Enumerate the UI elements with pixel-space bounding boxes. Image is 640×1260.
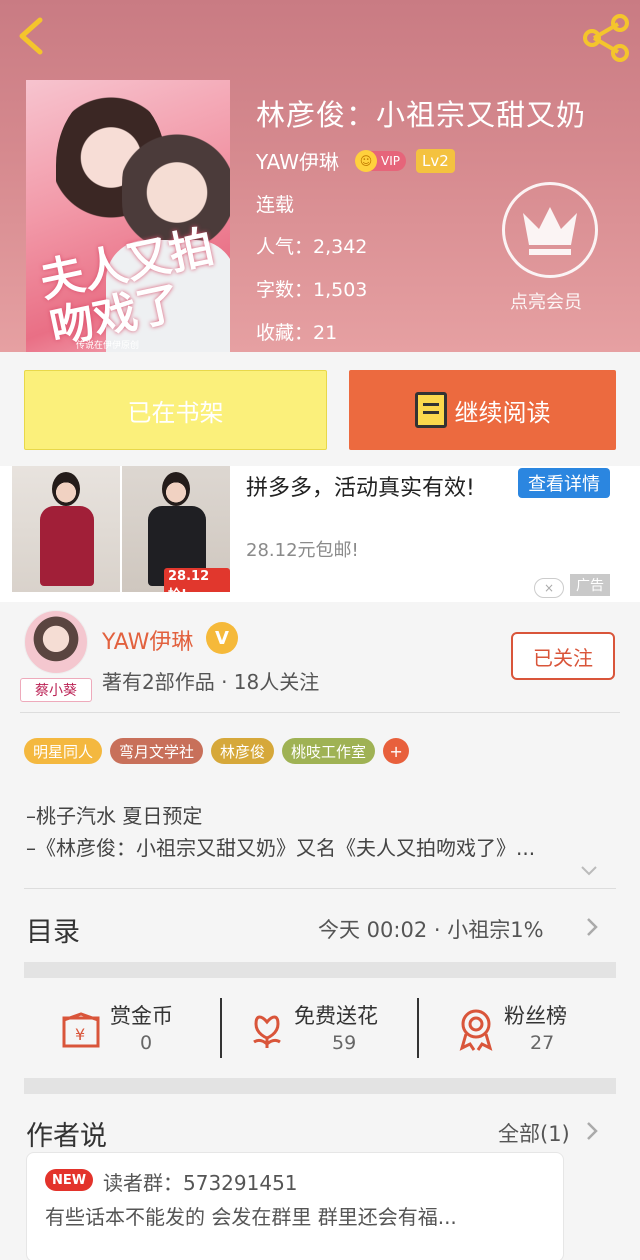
- author-section: 蔡小葵 YAW伊琳 V 著有2部作品 · 18人关注 已关注 明星同人 弯月文学…: [0, 602, 640, 1260]
- divider: [20, 712, 620, 713]
- send-flower-value: 59: [332, 1032, 357, 1054]
- crown-icon[interactable]: [502, 182, 598, 278]
- chevron-right-icon[interactable]: [584, 1120, 600, 1142]
- ad-detail-button[interactable]: 查看详情: [518, 468, 610, 498]
- note-line-2: 有些话本不能发的 会发在群里 群里还会有福...: [45, 1205, 457, 1229]
- tag-item[interactable]: 弯月文学社: [110, 738, 204, 764]
- action-bar: 已在书架 继续阅读: [0, 352, 640, 466]
- tag-item[interactable]: 林彦俊: [211, 738, 275, 764]
- model-head: [52, 472, 80, 506]
- fans-rank-value: 27: [530, 1032, 555, 1054]
- verified-icon: V: [206, 622, 238, 654]
- followed-button[interactable]: 已关注: [511, 632, 615, 680]
- book-icon: [414, 392, 447, 428]
- continue-reading-button[interactable]: 继续阅读: [349, 370, 616, 450]
- toc-label[interactable]: 目录: [26, 910, 80, 949]
- continue-reading-label: 继续阅读: [454, 398, 551, 427]
- price-tag: 28.12 抢!: [164, 568, 230, 592]
- book-cover[interactable]: 夫人又拍吻戏了 传说在伊伊原创: [26, 80, 230, 352]
- ad-subtitle: 28.12元包邮!: [246, 540, 359, 561]
- share-icon[interactable]: [580, 14, 632, 62]
- medal-icon: [459, 1009, 493, 1051]
- section-divider: [24, 962, 616, 978]
- cover-caption: 传说在伊伊原创: [76, 341, 140, 351]
- author-note-card[interactable]: NEW 读者群：573291451 有些话本不能发的 会发在群里 群里还会有福.…: [26, 1152, 564, 1260]
- avatar-tag: 蔡小葵: [20, 678, 92, 702]
- stat-separator: [417, 998, 419, 1058]
- popularity: 人气：2,342: [256, 236, 368, 258]
- stat-separator: [220, 998, 222, 1058]
- in-bookshelf-button[interactable]: 已在书架: [24, 370, 327, 450]
- ad-banner[interactable]: 28.12 抢! 拼多多，活动真实有效! 查看详情 28.12元包邮! × 广告: [0, 466, 640, 602]
- ad-image-red-coat: [12, 466, 120, 592]
- fans-rank-button[interactable]: 粉丝榜 27: [456, 998, 596, 1062]
- author-says-all-link[interactable]: 全部(1): [498, 1118, 570, 1148]
- add-tag-icon[interactable]: +: [383, 738, 410, 764]
- svg-text:¥: ¥: [75, 1025, 85, 1044]
- coin-envelope-icon: ¥: [62, 1012, 100, 1048]
- ad-title: 拼多多，活动真实有效!: [246, 476, 475, 501]
- ad-label: 广告: [570, 574, 610, 596]
- new-badge: NEW: [45, 1169, 93, 1191]
- level-badge: Lv2: [416, 148, 455, 173]
- reward-coin-value: 0: [140, 1032, 153, 1054]
- book-header: 夫人又拍吻戏了 传说在伊伊原创 林彦俊：小祖宗又甜又奶 YAW伊琳 ☺ VIP …: [0, 0, 640, 352]
- author-says-label: 作者说: [26, 1121, 107, 1152]
- send-flower-label: 免费送花: [294, 1004, 378, 1028]
- intro-line-1: –桃子汽水 夏日预定: [26, 804, 203, 828]
- tag-list: 明星同人 弯月文学社 林彦俊 桃吱工作室 +: [24, 738, 410, 764]
- avatar[interactable]: [24, 610, 88, 674]
- divider: [24, 888, 616, 889]
- intro-line-2: –《林彦俊：小祖宗又甜又奶》又名《夫人又拍吻戏了》...: [26, 836, 536, 860]
- smiley-icon: ☺: [355, 149, 378, 172]
- tag-item[interactable]: 桃吱工作室: [282, 738, 376, 764]
- section-divider: [24, 1078, 616, 1094]
- author-stats: 著有2部作品 · 18人关注: [102, 670, 320, 694]
- vip-badge: ☺ VIP: [355, 149, 407, 172]
- red-coat: [40, 506, 94, 586]
- book-status: 连载: [256, 194, 295, 216]
- ad-close-icon[interactable]: ×: [534, 578, 564, 598]
- word-count: 字数：1,503: [256, 279, 368, 301]
- note-line-1: 读者群：573291451: [103, 1171, 298, 1195]
- favorites-count: 收藏：21: [256, 322, 338, 344]
- toc-latest-chapter[interactable]: 今天 00:02 · 小祖宗1%: [318, 914, 544, 944]
- fans-rank-label: 粉丝榜: [504, 1004, 567, 1028]
- author-row: YAW伊琳 ☺ VIP Lv2: [256, 146, 455, 175]
- chevron-down-icon[interactable]: [580, 862, 598, 880]
- back-icon[interactable]: [12, 14, 52, 58]
- reward-coin-button[interactable]: ¥ 赏金币 0: [60, 998, 200, 1062]
- member-label[interactable]: 点亮会员: [510, 288, 582, 314]
- ad-image-black-coat: 28.12 抢!: [122, 466, 230, 592]
- model-head: [162, 472, 190, 506]
- chevron-right-icon[interactable]: [584, 916, 600, 938]
- book-title: 林彦俊：小祖宗又甜又奶: [256, 98, 587, 132]
- author-name[interactable]: YAW伊琳: [256, 146, 339, 175]
- flower-icon: [253, 1015, 281, 1048]
- send-flower-button[interactable]: 免费送花 59: [248, 998, 408, 1062]
- tag-item[interactable]: 明星同人: [24, 738, 103, 764]
- reward-coin-label: 赏金币: [110, 1004, 173, 1028]
- author-card-name[interactable]: YAW伊琳: [102, 624, 193, 656]
